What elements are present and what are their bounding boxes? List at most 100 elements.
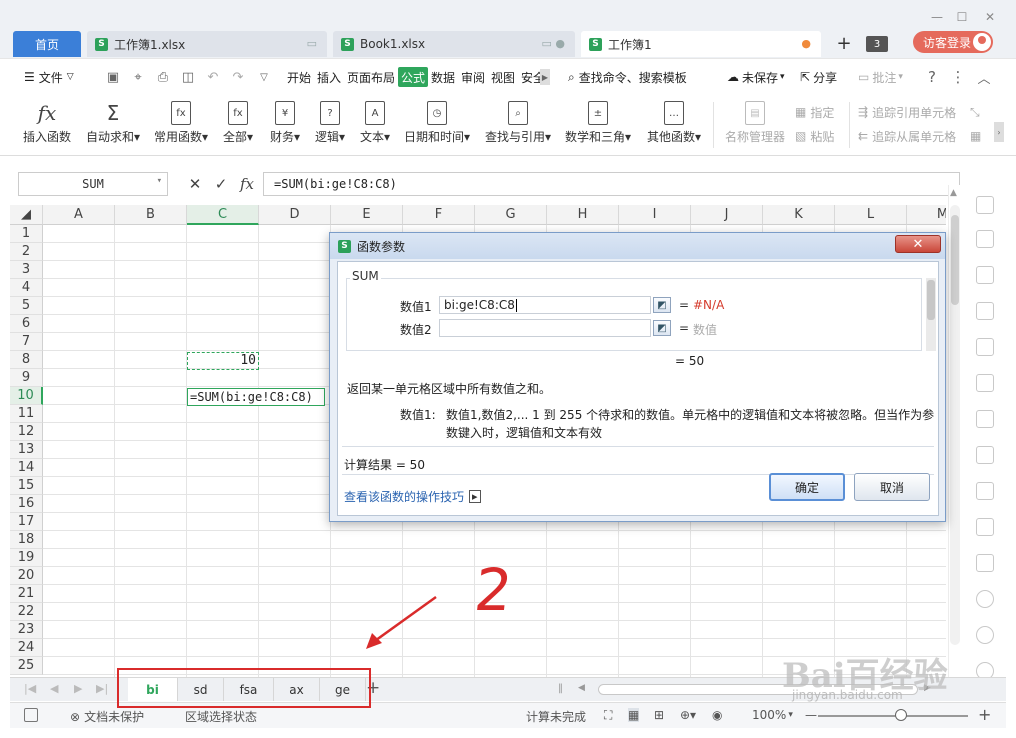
tab-home[interactable]: 首页 (13, 31, 81, 57)
column-header-d[interactable]: D (259, 205, 331, 225)
column-header-a[interactable]: A (43, 205, 115, 225)
document-protect-status[interactable]: ⊗ 文档未保护 (70, 708, 144, 725)
close-window-icon[interactable]: ✕ (983, 10, 997, 24)
format-painter-icon[interactable]: ⌖ (130, 69, 146, 85)
common-functions-button[interactable]: fx 常用函数▾ (152, 98, 210, 152)
formula-input[interactable]: =SUM(bi:ge!C8:C8) (263, 172, 960, 196)
guest-login-button[interactable]: 访客登录 (913, 31, 993, 53)
cell-c8[interactable]: 10 (187, 352, 259, 370)
column-header-k[interactable]: K (763, 205, 835, 225)
row-header-8[interactable]: 8 (10, 351, 43, 369)
ok-button[interactable]: 确定 (769, 473, 845, 501)
share-button[interactable]: ⇱ 分享 (800, 67, 837, 87)
save-icon[interactable]: ▣ (105, 69, 121, 85)
menu-formula[interactable]: 公式 (398, 67, 429, 87)
image-icon[interactable] (976, 554, 994, 572)
autosum-button[interactable]: Σ 自动求和▾ (84, 98, 142, 152)
trace-precedents-button[interactable]: ⇶ 追踪引用单元格 (858, 102, 956, 122)
fullscreen-icon[interactable]: ⛶ (604, 708, 612, 723)
print-preview-icon[interactable]: ◫ (180, 69, 196, 85)
other-functions-button[interactable]: … 其他函数▾ (645, 98, 703, 152)
menu-insert[interactable]: 插入 (317, 67, 341, 87)
tab-doc-1[interactable]: S 工作簿1.xlsx ▭ (87, 31, 327, 57)
row-header-3[interactable]: 3 (10, 261, 43, 279)
lookup-button[interactable]: ⌕ 查找与引用▾ (484, 98, 552, 152)
cancel-edit-icon[interactable]: ✕ (186, 175, 204, 193)
column-header-m[interactable]: M (907, 205, 946, 225)
zoom-slider-knob[interactable] (895, 709, 907, 721)
row-header-23[interactable]: 23 (10, 621, 43, 639)
row-header-1[interactable]: 1 (10, 225, 43, 243)
customize-dropdown-icon[interactable]: ▽ (256, 69, 272, 85)
reading-mode-icon[interactable]: ⊕▾ (680, 708, 696, 722)
row-header-15[interactable]: 15 (10, 477, 43, 495)
dialog-close-button[interactable]: ✕ (895, 235, 941, 253)
select-all-corner[interactable]: ◢ (10, 205, 43, 225)
row-header-20[interactable]: 20 (10, 567, 43, 585)
print-icon[interactable]: ⎙ (155, 69, 171, 85)
row-header-19[interactable]: 19 (10, 549, 43, 567)
tab-doc-2[interactable]: S Book1.xlsx ▭ ● (333, 31, 575, 57)
redo-icon[interactable]: ↷ (230, 69, 246, 85)
arguments-scrollbar[interactable] (926, 278, 936, 351)
next-sheet-icon[interactable]: ▶ (74, 682, 82, 695)
first-sheet-icon[interactable]: |◀ (24, 682, 36, 695)
history-icon[interactable] (976, 626, 994, 644)
tab-count-badge[interactable]: 3 (866, 36, 888, 52)
comment-button[interactable]: ▭ 批注 ▾ (858, 67, 903, 87)
menu-security[interactable]: 安全 (521, 67, 541, 87)
row-header-18[interactable]: 18 (10, 531, 43, 549)
function-tips-link[interactable]: 查看该函数的操作技巧 ▸ (344, 488, 481, 505)
grid-tool-icon[interactable] (976, 302, 994, 320)
zoom-slider-track[interactable] (818, 715, 968, 717)
specify-button[interactable]: ▦ 指定 (795, 102, 834, 122)
chart-tool-icon[interactable] (976, 338, 994, 356)
page-status-icon[interactable] (24, 708, 42, 722)
minimize-icon[interactable]: — (930, 10, 944, 24)
row-header-16[interactable]: 16 (10, 495, 43, 513)
row-header-24[interactable]: 24 (10, 639, 43, 657)
menu-page-layout[interactable]: 页面布局 (347, 67, 395, 87)
insert-function-button[interactable]: fx 插入函数 (22, 98, 72, 152)
more-options-icon[interactable]: ⋮ (950, 68, 966, 86)
unsaved-status[interactable]: ☁ 未保存 ▾ (727, 67, 785, 87)
arg2-ref-picker-icon[interactable]: ◩ (653, 320, 671, 336)
finance-button[interactable]: ¥ 财务▾ (267, 98, 303, 152)
menu-review[interactable]: 审阅 (461, 67, 485, 87)
vertical-scroll-thumb[interactable] (951, 215, 959, 305)
dialog-title-bar[interactable]: S 函数参数 (330, 233, 945, 259)
row-header-5[interactable]: 5 (10, 297, 43, 315)
arg2-input[interactable] (439, 319, 651, 337)
compass-icon[interactable] (976, 590, 994, 608)
shape-tool-icon[interactable] (976, 230, 994, 248)
fx-icon[interactable]: fx (238, 175, 256, 193)
export-tool-icon[interactable] (976, 482, 994, 500)
column-header-l[interactable]: L (835, 205, 907, 225)
arg1-input[interactable]: bi:ge!C8:C8 (439, 296, 651, 314)
row-header-11[interactable]: 11 (10, 405, 43, 423)
row-header-17[interactable]: 17 (10, 513, 43, 531)
column-header-b[interactable]: B (115, 205, 187, 225)
all-functions-button[interactable]: fx 全部▾ (220, 98, 256, 152)
search-command[interactable]: ⌕ 查找命令、搜索模板 (568, 67, 687, 87)
remove-arrows-icon[interactable]: ⤡ (970, 102, 980, 122)
column-header-f[interactable]: F (403, 205, 475, 225)
last-sheet-icon[interactable]: ▶| (96, 682, 108, 695)
pointer-tool-icon[interactable] (976, 196, 994, 214)
arg1-ref-picker-icon[interactable]: ◩ (653, 297, 671, 313)
scroll-up-icon[interactable]: ▲ (950, 188, 957, 198)
help-icon[interactable]: ? (924, 68, 940, 86)
zoom-level[interactable]: 100% ▾ (752, 708, 793, 722)
copy-tool-icon[interactable] (976, 446, 994, 464)
column-header-c[interactable]: C (187, 205, 259, 225)
settings-slider-icon[interactable] (976, 374, 994, 392)
page-break-view-icon[interactable]: ⊞ (654, 708, 664, 722)
menu-scroll-right-icon[interactable]: ▶ (540, 69, 550, 85)
row-header-13[interactable]: 13 (10, 441, 43, 459)
prev-sheet-icon[interactable]: ◀ (50, 682, 58, 695)
cell-c10[interactable]: =SUM(bi:ge!C8:C8) (187, 388, 325, 406)
column-header-e[interactable]: E (331, 205, 403, 225)
row-header-25[interactable]: 25 (10, 657, 43, 675)
column-header-g[interactable]: G (475, 205, 547, 225)
collapse-ribbon-icon[interactable]: ︿ (976, 69, 992, 87)
